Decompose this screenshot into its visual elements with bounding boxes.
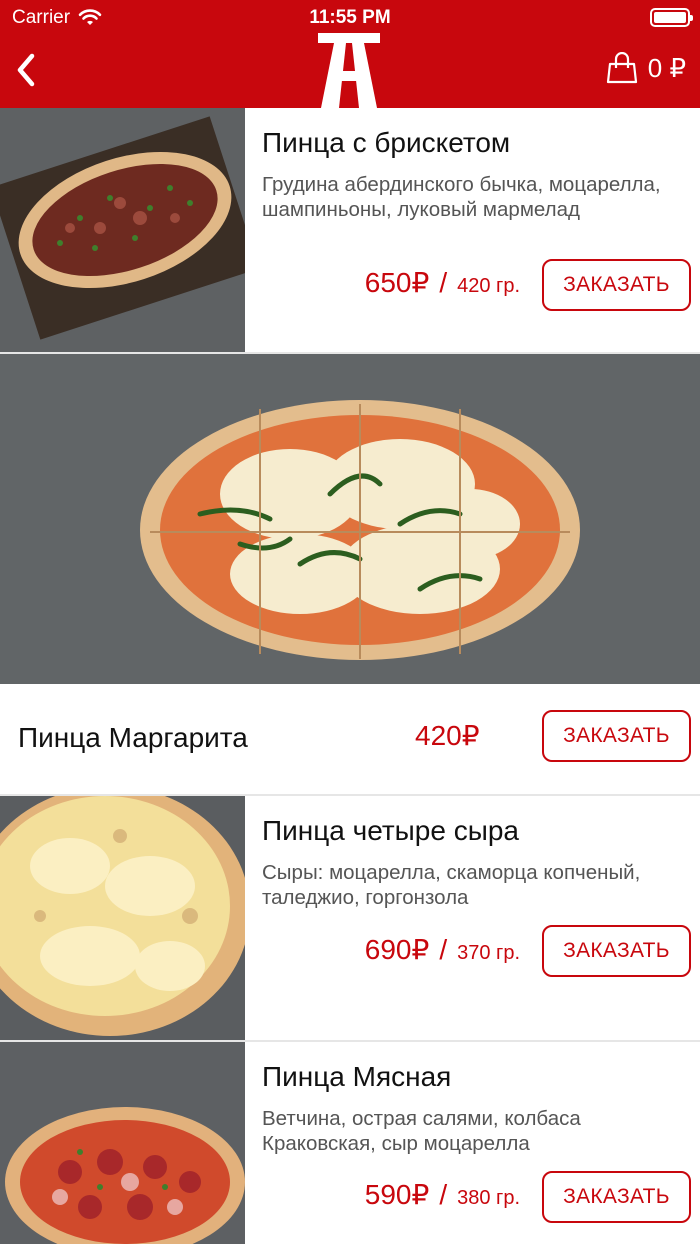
product-row-four-cheese: Пинца четыре сыра Сыры: моцарелла, скамо… [0,796,700,1042]
product-description: Ветчина, острая салями, колбаса Краковск… [262,1107,581,1155]
product-title: Пинца с брискетом [262,127,511,158]
logo-icon [318,33,380,108]
chevron-left-icon [17,53,35,87]
product-weight: 420 гр. [457,275,520,297]
product-row-margarita: Пинца Маргарита 420₽ ЗАКАЗАТЬ [0,684,700,796]
product-weight: 370 гр. [457,942,520,964]
product-title: Пинца Мясная [262,1061,452,1092]
product-image-meat [0,1042,245,1244]
product-price: 590₽ [364,1179,430,1210]
price-separator: / [439,1179,448,1210]
app-header: Carrier 11:55 PM 0 ₽ [0,0,700,108]
order-button[interactable]: ЗАКАЗАТЬ [542,259,691,311]
product-image-margarita [0,354,700,684]
shopping-bag-icon [606,52,637,84]
product-image-brisket [0,108,245,352]
battery-icon [650,8,693,27]
status-bar: Carrier 11:55 PM [0,0,700,36]
status-time: 11:55 PM [309,7,391,28]
price-line: 650₽ / 420 гр. [365,266,520,299]
product-description: Грудина абердинского бычка, моцарелла, ш… [262,173,661,221]
product-row-meat: Пинца Мясная Ветчина, острая салями, кол… [0,1042,700,1244]
price-line: 690₽ / 370 гр. [365,933,520,966]
order-button[interactable]: ЗАКАЗАТЬ [542,925,691,977]
product-price: 650₽ [364,267,430,298]
product-info: Пинца Мясная Ветчина, острая салями, кол… [262,1042,692,1156]
product-title: Пинца Маргарита [18,722,248,753]
brand-logo [318,33,380,108]
price-separator: / [439,267,448,298]
price-line: 590₽ / 380 гр. [365,1178,520,1211]
product-price: 420₽ [415,720,480,751]
product-title: Пинца четыре сыра [262,815,519,846]
order-button[interactable]: ЗАКАЗАТЬ [542,1171,691,1223]
cart-total: 0 ₽ [647,52,686,83]
back-button[interactable] [12,50,42,90]
cart-button[interactable]: 0 ₽ [606,52,686,84]
product-image-four-cheese [0,796,245,1040]
product-info: Пинца четыре сыра Сыры: моцарелла, скамо… [262,796,692,910]
product-info: Пинца с брискетом Грудина абердинского б… [262,108,692,222]
price-separator: / [439,934,448,965]
order-button[interactable]: ЗАКАЗАТЬ [542,710,691,762]
product-price: 690₽ [364,934,430,965]
product-description: Сыры: моцарелла, скаморца копченый, тале… [262,861,641,909]
product-weight: 380 гр. [457,1187,520,1209]
product-row-brisket: Пинца с брискетом Грудина абердинского б… [0,108,700,354]
